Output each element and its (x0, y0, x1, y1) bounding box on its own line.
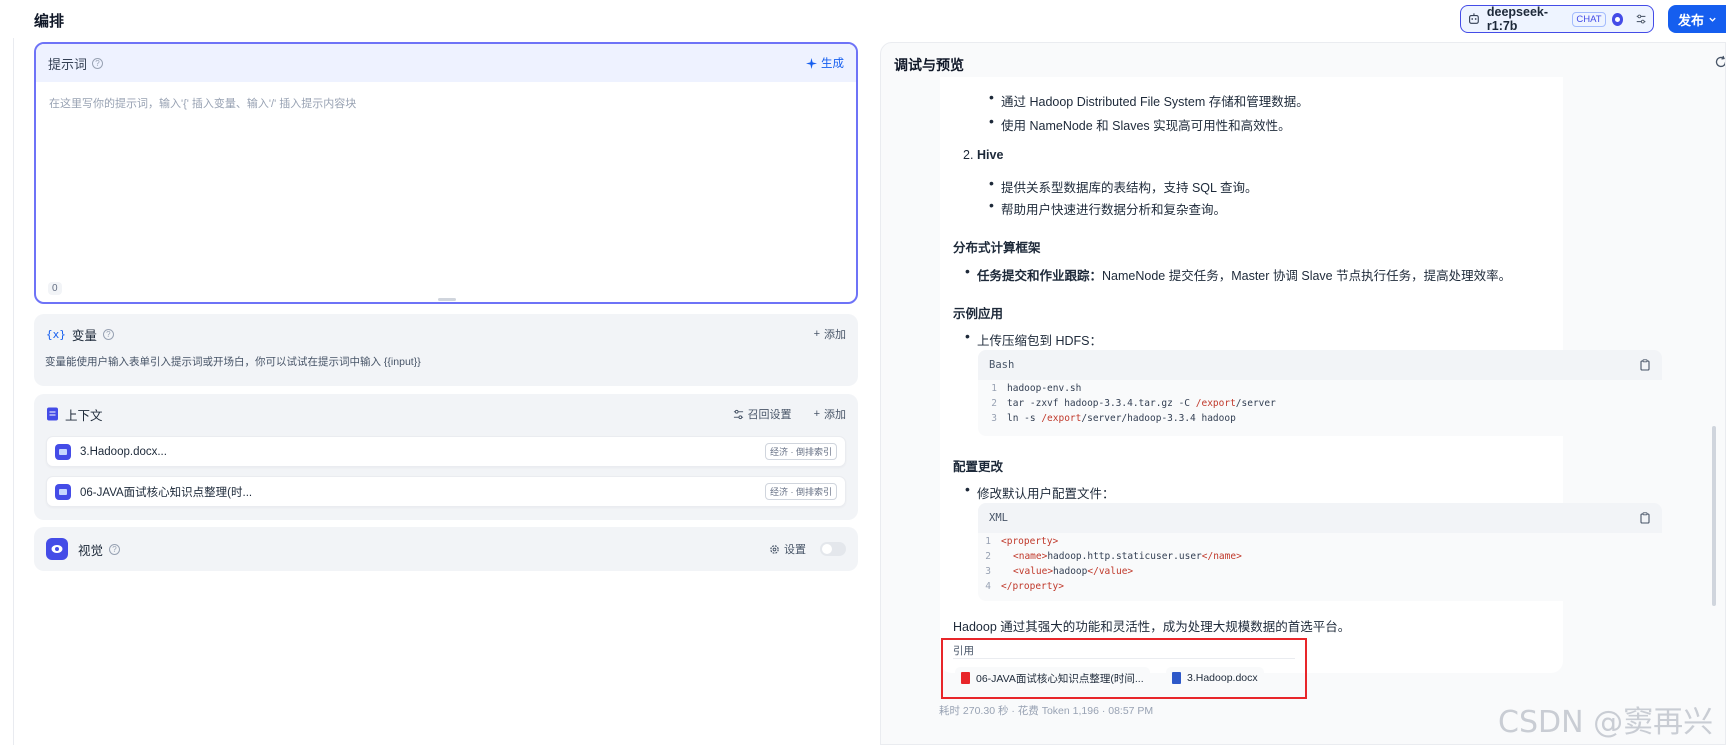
message-meta: 耗时 270.30 秒 · 花费 Token 1,196 · 08:57 PM (939, 705, 1154, 717)
publish-button[interactable]: 发布 (1668, 5, 1726, 33)
citation-item[interactable]: 06-JAVA面试核心知识点整理(时间... (955, 667, 1150, 689)
list-item: 提供关系型数据库的表结构，支持 SQL 查询。 (989, 175, 1257, 196)
add-variable-label: 添加 (824, 329, 846, 341)
code-language: XML (989, 512, 1008, 524)
list-item: 使用 NameNode 和 Slaves 实现高可用性和高效性。 (989, 113, 1291, 134)
code-line: 3 ln -s /export/server/hadoop-3.3.4 hadoo… (991, 413, 1236, 424)
pdf-file-icon (961, 672, 970, 684)
code-language: Bash (989, 359, 1015, 371)
context-title: 上下文 (65, 408, 103, 423)
vision-toggle[interactable] (820, 542, 846, 556)
model-selector[interactable]: deepseek-r1:7b CHAT (1460, 5, 1654, 33)
section-heading: 示例应用 (953, 307, 1004, 321)
code-line: 4 </property> (985, 581, 1064, 592)
prompt-placeholder[interactable]: 在这里写你的提示词，输入'{' 插入变量、输入'/' 插入提示内容块 (49, 95, 356, 111)
model-mode-badge: CHAT (1572, 11, 1606, 27)
code-block-xml: XML 1 <property> 2 <name>hadoop.http.stati… (978, 503, 1662, 601)
context-item-name: 06-JAVA面试核心知识点整理(时... (80, 486, 253, 499)
citation-item[interactable]: 3.Hadoop.docx (1166, 667, 1264, 689)
citation-name: 3.Hadoop.docx (1187, 672, 1258, 684)
context-item[interactable]: 3.Hadoop.docx... 经济 · 倒排索引 (46, 436, 846, 467)
page-title: 编排 (34, 13, 65, 30)
generate-button[interactable]: 生成 (806, 55, 844, 71)
list-item: 帮助用户快速进行数据分析和复杂查询。 (989, 197, 1226, 218)
code-line: 3 <value>hadoop</value> (985, 566, 1134, 577)
sparkle-icon (806, 57, 817, 69)
list-item: 任务提交和作业跟踪：NameNode 提交任务，Master 协调 Slave … (965, 263, 1512, 284)
retrieval-settings-label: 召回设置 (747, 409, 792, 421)
code-line: 1 <property> (985, 536, 1059, 547)
variable-icon: {x} (46, 327, 66, 341)
preview-title: 调试与预览 (894, 57, 964, 73)
list-item: 上传压缩包到 HDFS： (965, 328, 1102, 349)
index-mode-badge: 经济 · 倒排索引 (765, 443, 837, 460)
vision-panel: 视觉 ? 设置 (34, 527, 858, 571)
retrieval-settings-button[interactable]: 召回设置 (733, 406, 792, 422)
context-item[interactable]: 06-JAVA面试核心知识点整理(时... 经济 · 倒排索引 (46, 476, 846, 507)
section-heading: 分布式计算框架 (953, 241, 1041, 255)
list-item-bold: 任务提交和作业跟踪： (977, 269, 1103, 283)
scrollbar[interactable] (1712, 426, 1716, 606)
vision-settings-label: 设置 (784, 544, 806, 556)
variables-description: 变量能使用户输入表单引入提示词或开场白，你可以试试在提示词中输入 {{input… (45, 356, 421, 368)
section-heading: 配置更改 (953, 460, 1004, 474)
knowledge-folder-icon (55, 443, 71, 460)
char-count: 0 (48, 282, 62, 295)
context-item-name: 3.Hadoop.docx... (80, 445, 167, 458)
sliders-icon[interactable] (1635, 12, 1647, 26)
vision-eye-icon (1611, 12, 1623, 26)
help-icon[interactable]: ? (102, 328, 114, 340)
index-mode-badge: 经济 · 倒排索引 (765, 483, 837, 500)
publish-label: 发布 (1678, 12, 1705, 28)
context-panel: 上下文 召回设置 + 添加 3.Hadoop.docx... 经济 · 倒排索引… (34, 394, 858, 520)
watermark: CSDN @窦再兴 (1498, 705, 1714, 740)
chevron-down-icon (1709, 17, 1716, 22)
top-bar: 编排 deepseek-r1:7b CHAT 发布 (0, 0, 1726, 38)
settings-sliders-icon (733, 409, 743, 419)
list-item: 修改默认用户配置文件： (965, 481, 1114, 502)
document-icon (47, 407, 58, 421)
copy-icon[interactable] (1639, 512, 1651, 524)
add-context-button[interactable]: + 添加 (814, 406, 846, 422)
help-icon[interactable]: ? (92, 57, 104, 69)
vision-title: 视觉 (78, 543, 104, 558)
plus-icon: + (813, 328, 820, 340)
vision-settings-button[interactable]: 设置 (769, 541, 806, 557)
list-number: 2. (963, 148, 974, 162)
add-variable-button[interactable]: + 添加 (814, 326, 846, 342)
citations-divider (953, 658, 1295, 659)
knowledge-folder-icon (55, 483, 71, 500)
code-line: 1 hadoop-env.sh (991, 383, 1082, 394)
refresh-icon[interactable] (1714, 55, 1726, 69)
eye-icon (46, 538, 68, 560)
plus-icon: + (813, 408, 820, 420)
code-block-bash: Bash 1 hadoop-env.sh 2 tar -zxvf hadoop-3.… (978, 350, 1662, 436)
prompt-editor[interactable]: 提示词 ? 生成 在这里写你的提示词，输入'{' 插入变量、输入'/' 插入提示… (34, 42, 858, 304)
sidebar-divider (13, 38, 14, 745)
variables-panel: {x} 变量 ? + 添加 变量能使用户输入表单引入提示词或开场白，你可以试试在… (34, 314, 858, 386)
code-line: 2 tar -zxvf hadoop-3.3.4.tar.gz -C /expor… (991, 398, 1276, 409)
citation-name: 06-JAVA面试核心知识点整理(时间... (976, 672, 1144, 685)
variables-title: 变量 (71, 328, 97, 343)
code-line: 2 <name>hadoop.http.staticuser.user</name… (985, 551, 1242, 562)
docx-file-icon (1172, 672, 1181, 684)
prompt-label: 提示词 (48, 56, 88, 72)
generate-label: 生成 (821, 58, 844, 70)
citations-label: 引用 (953, 645, 974, 657)
list-heading: Hive (977, 148, 1004, 162)
copy-icon[interactable] (1639, 359, 1651, 371)
add-context-label: 添加 (824, 409, 846, 421)
robot-icon (1469, 13, 1479, 24)
help-icon[interactable]: ? (109, 543, 121, 555)
list-item: 通过 Hadoop Distributed File System 存储和管理数… (989, 89, 1309, 110)
model-name: deepseek-r1:7b (1486, 5, 1549, 33)
prompt-header: 提示词 ? 生成 (36, 44, 856, 82)
gear-icon (770, 544, 779, 554)
list-item-text: NameNode 提交任务，Master 协调 Slave 节点执行任务，提高处… (1102, 269, 1512, 283)
conclusion-text: Hadoop 通过其强大的功能和灵活性，成为处理大规模数据的首选平台。 (953, 620, 1351, 634)
resize-handle[interactable] (438, 298, 456, 301)
